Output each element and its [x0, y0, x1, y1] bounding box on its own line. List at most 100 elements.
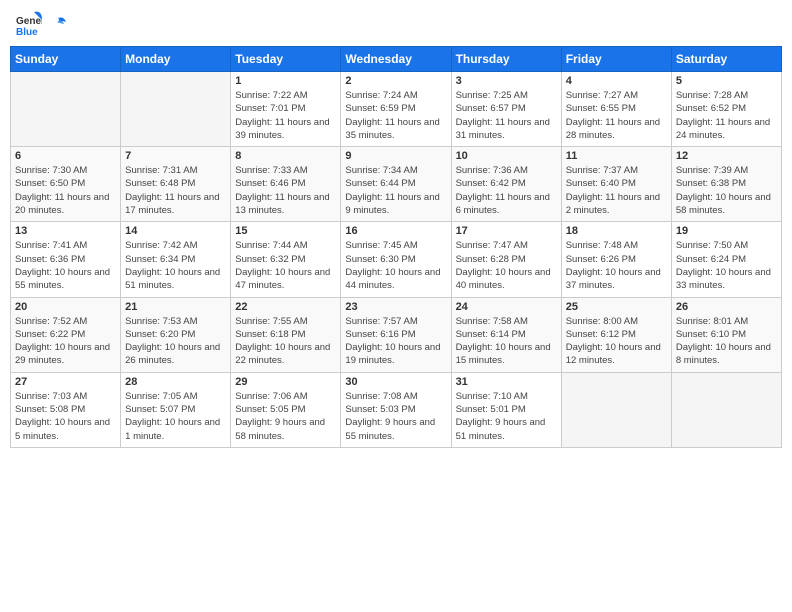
day-detail: Sunrise: 7:24 AM Sunset: 6:59 PM Dayligh… [345, 89, 446, 142]
day-detail: Sunrise: 7:52 AM Sunset: 6:22 PM Dayligh… [15, 315, 116, 368]
calendar-cell: 24 Sunrise: 7:58 AM Sunset: 6:14 PM Dayl… [451, 297, 561, 372]
calendar-cell: 13 Sunrise: 7:41 AM Sunset: 6:36 PM Dayl… [11, 222, 121, 297]
weekday-header-saturday: Saturday [671, 47, 781, 72]
calendar-cell: 20 Sunrise: 7:52 AM Sunset: 6:22 PM Dayl… [11, 297, 121, 372]
day-number: 30 [345, 376, 446, 388]
calendar-cell: 6 Sunrise: 7:30 AM Sunset: 6:50 PM Dayli… [11, 147, 121, 222]
calendar-cell: 7 Sunrise: 7:31 AM Sunset: 6:48 PM Dayli… [121, 147, 231, 222]
calendar-cell: 10 Sunrise: 7:36 AM Sunset: 6:42 PM Dayl… [451, 147, 561, 222]
calendar-cell: 15 Sunrise: 7:44 AM Sunset: 6:32 PM Dayl… [231, 222, 341, 297]
calendar-week-row: 27 Sunrise: 7:03 AM Sunset: 5:08 PM Dayl… [11, 372, 782, 447]
day-number: 9 [345, 150, 446, 162]
calendar-cell: 1 Sunrise: 7:22 AM Sunset: 7:01 PM Dayli… [231, 72, 341, 147]
day-detail: Sunrise: 7:30 AM Sunset: 6:50 PM Dayligh… [15, 164, 116, 217]
calendar-cell: 31 Sunrise: 7:10 AM Sunset: 5:01 PM Dayl… [451, 372, 561, 447]
weekday-header-friday: Friday [561, 47, 671, 72]
day-detail: Sunrise: 7:53 AM Sunset: 6:20 PM Dayligh… [125, 315, 226, 368]
day-detail: Sunrise: 7:03 AM Sunset: 5:08 PM Dayligh… [15, 390, 116, 443]
day-detail: Sunrise: 7:25 AM Sunset: 6:57 PM Dayligh… [456, 89, 557, 142]
day-detail: Sunrise: 7:55 AM Sunset: 6:18 PM Dayligh… [235, 315, 336, 368]
day-detail: Sunrise: 7:45 AM Sunset: 6:30 PM Dayligh… [345, 239, 446, 292]
weekday-header-wednesday: Wednesday [341, 47, 451, 72]
day-detail: Sunrise: 7:50 AM Sunset: 6:24 PM Dayligh… [676, 239, 777, 292]
logo-icon: General Blue [14, 10, 42, 38]
day-number: 25 [566, 301, 667, 313]
svg-text:Blue: Blue [16, 27, 38, 38]
calendar-header-row: SundayMondayTuesdayWednesdayThursdayFrid… [11, 47, 782, 72]
day-number: 6 [15, 150, 116, 162]
day-detail: Sunrise: 7:36 AM Sunset: 6:42 PM Dayligh… [456, 164, 557, 217]
day-detail: Sunrise: 7:08 AM Sunset: 5:03 PM Dayligh… [345, 390, 446, 443]
calendar-cell: 28 Sunrise: 7:05 AM Sunset: 5:07 PM Dayl… [121, 372, 231, 447]
day-detail: Sunrise: 7:10 AM Sunset: 5:01 PM Dayligh… [456, 390, 557, 443]
day-detail: Sunrise: 7:06 AM Sunset: 5:05 PM Dayligh… [235, 390, 336, 443]
calendar-cell: 29 Sunrise: 7:06 AM Sunset: 5:05 PM Dayl… [231, 372, 341, 447]
day-number: 1 [235, 75, 336, 87]
day-detail: Sunrise: 7:33 AM Sunset: 6:46 PM Dayligh… [235, 164, 336, 217]
day-number: 12 [676, 150, 777, 162]
day-number: 13 [15, 225, 116, 237]
weekday-header-sunday: Sunday [11, 47, 121, 72]
calendar-cell: 11 Sunrise: 7:37 AM Sunset: 6:40 PM Dayl… [561, 147, 671, 222]
day-number: 29 [235, 376, 336, 388]
calendar-week-row: 1 Sunrise: 7:22 AM Sunset: 7:01 PM Dayli… [11, 72, 782, 147]
calendar-week-row: 6 Sunrise: 7:30 AM Sunset: 6:50 PM Dayli… [11, 147, 782, 222]
calendar-cell: 18 Sunrise: 7:48 AM Sunset: 6:26 PM Dayl… [561, 222, 671, 297]
calendar-cell: 23 Sunrise: 7:57 AM Sunset: 6:16 PM Dayl… [341, 297, 451, 372]
day-number: 28 [125, 376, 226, 388]
day-number: 14 [125, 225, 226, 237]
day-number: 22 [235, 301, 336, 313]
day-detail: Sunrise: 7:05 AM Sunset: 5:07 PM Dayligh… [125, 390, 226, 443]
calendar-cell: 30 Sunrise: 7:08 AM Sunset: 5:03 PM Dayl… [341, 372, 451, 447]
page-header: General Blue [10, 10, 782, 38]
day-number: 7 [125, 150, 226, 162]
calendar-cell: 12 Sunrise: 7:39 AM Sunset: 6:38 PM Dayl… [671, 147, 781, 222]
day-number: 8 [235, 150, 336, 162]
day-detail: Sunrise: 8:00 AM Sunset: 6:12 PM Dayligh… [566, 315, 667, 368]
day-detail: Sunrise: 7:22 AM Sunset: 7:01 PM Dayligh… [235, 89, 336, 142]
calendar-cell [121, 72, 231, 147]
day-number: 23 [345, 301, 446, 313]
day-detail: Sunrise: 7:37 AM Sunset: 6:40 PM Dayligh… [566, 164, 667, 217]
day-detail: Sunrise: 7:28 AM Sunset: 6:52 PM Dayligh… [676, 89, 777, 142]
calendar-cell: 2 Sunrise: 7:24 AM Sunset: 6:59 PM Dayli… [341, 72, 451, 147]
day-number: 27 [15, 376, 116, 388]
day-number: 24 [456, 301, 557, 313]
logo-bird-icon [48, 15, 66, 33]
day-detail: Sunrise: 7:47 AM Sunset: 6:28 PM Dayligh… [456, 239, 557, 292]
day-number: 21 [125, 301, 226, 313]
calendar-cell: 16 Sunrise: 7:45 AM Sunset: 6:30 PM Dayl… [341, 222, 451, 297]
day-number: 10 [456, 150, 557, 162]
day-number: 20 [15, 301, 116, 313]
weekday-header-tuesday: Tuesday [231, 47, 341, 72]
day-detail: Sunrise: 7:58 AM Sunset: 6:14 PM Dayligh… [456, 315, 557, 368]
day-number: 16 [345, 225, 446, 237]
day-number: 18 [566, 225, 667, 237]
calendar-table: SundayMondayTuesdayWednesdayThursdayFrid… [10, 46, 782, 448]
calendar-cell [11, 72, 121, 147]
calendar-cell: 27 Sunrise: 7:03 AM Sunset: 5:08 PM Dayl… [11, 372, 121, 447]
calendar-cell: 4 Sunrise: 7:27 AM Sunset: 6:55 PM Dayli… [561, 72, 671, 147]
day-detail: Sunrise: 7:42 AM Sunset: 6:34 PM Dayligh… [125, 239, 226, 292]
day-detail: Sunrise: 7:34 AM Sunset: 6:44 PM Dayligh… [345, 164, 446, 217]
day-detail: Sunrise: 7:48 AM Sunset: 6:26 PM Dayligh… [566, 239, 667, 292]
calendar-cell [561, 372, 671, 447]
calendar-cell: 3 Sunrise: 7:25 AM Sunset: 6:57 PM Dayli… [451, 72, 561, 147]
day-number: 2 [345, 75, 446, 87]
calendar-week-row: 13 Sunrise: 7:41 AM Sunset: 6:36 PM Dayl… [11, 222, 782, 297]
day-detail: Sunrise: 7:39 AM Sunset: 6:38 PM Dayligh… [676, 164, 777, 217]
day-detail: Sunrise: 7:27 AM Sunset: 6:55 PM Dayligh… [566, 89, 667, 142]
calendar-cell: 8 Sunrise: 7:33 AM Sunset: 6:46 PM Dayli… [231, 147, 341, 222]
day-number: 15 [235, 225, 336, 237]
day-number: 26 [676, 301, 777, 313]
day-detail: Sunrise: 7:41 AM Sunset: 6:36 PM Dayligh… [15, 239, 116, 292]
weekday-header-monday: Monday [121, 47, 231, 72]
day-detail: Sunrise: 7:44 AM Sunset: 6:32 PM Dayligh… [235, 239, 336, 292]
calendar-cell: 5 Sunrise: 7:28 AM Sunset: 6:52 PM Dayli… [671, 72, 781, 147]
day-number: 3 [456, 75, 557, 87]
day-detail: Sunrise: 7:31 AM Sunset: 6:48 PM Dayligh… [125, 164, 226, 217]
calendar-cell: 14 Sunrise: 7:42 AM Sunset: 6:34 PM Dayl… [121, 222, 231, 297]
day-number: 5 [676, 75, 777, 87]
calendar-week-row: 20 Sunrise: 7:52 AM Sunset: 6:22 PM Dayl… [11, 297, 782, 372]
day-number: 11 [566, 150, 667, 162]
